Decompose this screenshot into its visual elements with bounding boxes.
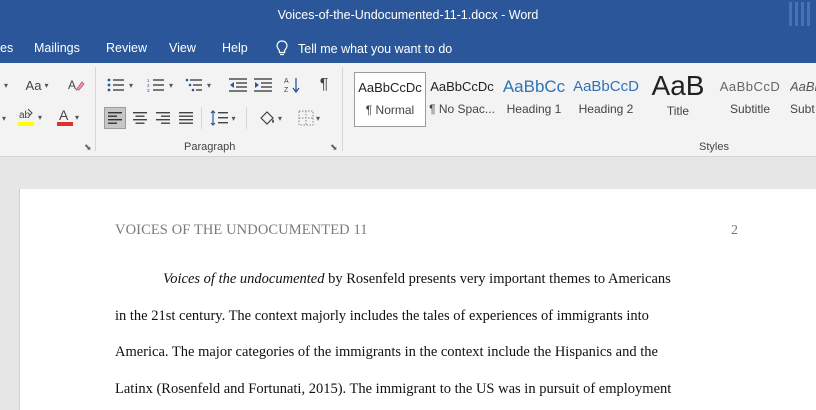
- title-bar: Voices-of-the-Undocumented-11-1.docx - W…: [0, 0, 816, 33]
- group-separator: [95, 67, 96, 151]
- style-title[interactable]: AaB Title: [642, 72, 714, 127]
- style-name: Subt: [790, 102, 815, 116]
- group-separator: [342, 67, 343, 151]
- highlighter-icon: ab: [17, 108, 34, 126]
- ribbon: ▾ Aa ▾ A ▾ ab ▾ A ▾ ▾ 1 2 3 ▾ ▾ A Z ¶ ▾ …: [0, 63, 816, 157]
- highlight-color-button[interactable]: ab ▾: [12, 106, 46, 128]
- align-left-icon: [108, 112, 122, 124]
- style-sample: AaBbCcDc: [430, 79, 494, 94]
- decrease-indent-icon[interactable]: [227, 76, 249, 94]
- line-text: by Rosenfeld presents very important the…: [324, 271, 671, 287]
- style-subtitle[interactable]: AaBbCcD Subtitle: [714, 72, 786, 127]
- paragraph-line[interactable]: America. The major categories of the imm…: [115, 344, 658, 361]
- svg-text:A: A: [68, 78, 76, 92]
- align-center-icon[interactable]: [130, 107, 150, 129]
- style-normal[interactable]: AaBbCcDc ¶ Normal: [354, 72, 426, 127]
- style-sample: AaBbCcD: [573, 78, 639, 95]
- book-title: Voices of the undocumented: [163, 271, 325, 287]
- borders-icon: [298, 110, 314, 126]
- show-formatting-icon[interactable]: ¶: [314, 75, 334, 95]
- tab-view[interactable]: View: [169, 41, 196, 55]
- lightbulb-icon: [276, 40, 288, 56]
- change-case-label: Aa: [25, 77, 42, 93]
- line-spacing-button[interactable]: ▾: [207, 107, 239, 129]
- increase-indent-icon[interactable]: [252, 76, 274, 94]
- tab-review[interactable]: Review: [106, 41, 147, 55]
- numbering-icon: 1 2 3: [147, 78, 164, 92]
- style-sample: AaBbCcD: [719, 79, 781, 94]
- font-color-icon: A: [56, 107, 73, 126]
- paragraph-line[interactable]: Latinx (Rosenfeld and Fortunati, 2015). …: [115, 381, 671, 398]
- page-number: 2: [731, 223, 738, 238]
- window-grip: [789, 2, 810, 26]
- paint-bucket-icon: [260, 111, 274, 125]
- styles-group-label: Styles: [699, 141, 729, 153]
- style-name: Heading 1: [506, 102, 562, 116]
- style-sample: AaBbCc: [502, 77, 566, 96]
- sort-icon[interactable]: A Z: [283, 75, 303, 95]
- svg-text:Z: Z: [284, 87, 289, 94]
- style-name: ¶ No Spac...: [429, 102, 495, 116]
- paragraph-line[interactable]: in the 21st century. The context majorly…: [115, 308, 649, 325]
- line-spacing-icon: [211, 110, 229, 126]
- tell-me-search[interactable]: Tell me what you want to do: [276, 40, 452, 57]
- clear-formatting-icon[interactable]: A: [66, 75, 86, 95]
- style-sample: AaBbCcDc: [358, 80, 422, 95]
- running-header: VOICES OF THE UNDOCUMENTED 11: [115, 222, 368, 238]
- paragraph-dialog-launcher-icon[interactable]: ⬊: [330, 142, 338, 153]
- justify-icon[interactable]: [176, 107, 196, 129]
- svg-text:A: A: [284, 78, 289, 85]
- paragraph-group-label: Paragraph: [184, 141, 236, 153]
- align-left-button[interactable]: [104, 107, 126, 129]
- style-name: Title: [666, 104, 690, 118]
- style-subtle-emphasis[interactable]: AaBb Subt: [786, 72, 816, 127]
- inner-separator: [201, 107, 202, 129]
- style-name: Subtitle: [729, 102, 771, 116]
- tab-help[interactable]: Help: [222, 41, 248, 55]
- bullets-button[interactable]: ▾: [104, 76, 136, 94]
- tab-references[interactable]: es: [0, 41, 13, 55]
- bullets-icon: [107, 78, 124, 92]
- align-right-icon[interactable]: [153, 107, 173, 129]
- window-title: Voices-of-the-Undocumented-11-1.docx - W…: [277, 8, 539, 22]
- font-color-button[interactable]: A ▾: [50, 106, 84, 128]
- borders-button[interactable]: ▾: [292, 107, 326, 129]
- style-name: Heading 2: [578, 102, 634, 116]
- tab-mailings[interactable]: Mailings: [34, 41, 80, 55]
- font-size-dropdown[interactable]: ▾: [0, 76, 12, 94]
- text-effects-caret[interactable]: ▾: [0, 108, 8, 128]
- change-case-button[interactable]: Aa ▾: [22, 76, 52, 94]
- multilevel-list-icon: [185, 78, 202, 92]
- style-heading-2[interactable]: AaBbCcD Heading 2: [570, 72, 642, 127]
- style-no-spacing[interactable]: AaBbCcDc ¶ No Spac...: [426, 72, 498, 127]
- numbering-button[interactable]: 1 2 3 ▾: [144, 76, 176, 94]
- style-sample: AaB: [651, 72, 705, 101]
- style-name: ¶ Normal: [365, 103, 415, 117]
- svg-text:A: A: [59, 107, 69, 123]
- font-dialog-launcher-icon[interactable]: ⬊: [84, 142, 92, 153]
- inner-separator: [246, 107, 247, 129]
- style-heading-1[interactable]: AaBbCc Heading 1: [498, 72, 570, 127]
- paragraph-first-line[interactable]: Voices of the undocumented by Rosenfeld …: [163, 271, 671, 288]
- tell-me-text: Tell me what you want to do: [298, 41, 453, 56]
- svg-text:3: 3: [147, 88, 150, 92]
- ribbon-tabs: es Mailings Review View Help Tell me wha…: [0, 33, 816, 63]
- shading-button[interactable]: ▾: [253, 107, 287, 129]
- style-sample: AaBb: [790, 79, 816, 94]
- multilevel-list-button[interactable]: ▾: [182, 76, 214, 94]
